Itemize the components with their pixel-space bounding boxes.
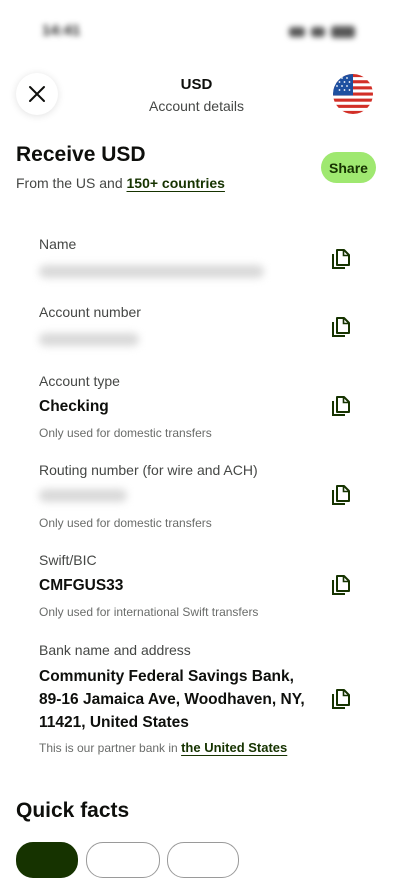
us-flag-icon (333, 74, 373, 114)
routing-number-note: Only used for domestic transfers (39, 516, 212, 530)
status-icons (283, 25, 355, 39)
bank-label: Bank name and address (39, 642, 191, 658)
quick-facts-chip-2[interactable] (86, 842, 160, 878)
signal-icon (289, 27, 305, 37)
swift-label: Swift/BIC (39, 552, 97, 568)
copy-icon (332, 485, 350, 505)
battery-icon (331, 26, 355, 38)
bank-value: Community Federal Savings Bank, 89-16 Ja… (39, 668, 305, 731)
name-label: Name (39, 236, 77, 252)
wifi-icon (311, 27, 325, 37)
status-bar: 14:41 (0, 0, 393, 60)
copy-icon (332, 689, 350, 709)
bank-note: This is our partner bank in the United S… (39, 740, 287, 755)
receive-subtitle-text: From the US and (16, 175, 127, 191)
copy-icon (332, 317, 350, 337)
share-button[interactable]: Share (321, 152, 376, 183)
receive-subtitle: From the US and 150+ countries (16, 175, 225, 191)
swift-value: CMFGUS33 (39, 577, 124, 594)
quick-facts-chip-3[interactable] (167, 842, 239, 878)
partner-bank-country-link[interactable]: the United States (181, 740, 287, 755)
copy-icon (332, 396, 350, 416)
countries-link[interactable]: 150+ countries (127, 175, 225, 191)
quick-facts-chip-1[interactable] (16, 842, 78, 878)
copy-name-button[interactable] (330, 248, 352, 270)
account-number-redacted (39, 333, 139, 346)
name-value-redacted (39, 265, 264, 278)
receive-title: Receive USD (16, 143, 146, 166)
copy-account-number-button[interactable] (330, 316, 352, 338)
routing-number-redacted (39, 489, 127, 502)
account-type-note: Only used for domestic transfers (39, 426, 212, 440)
account-type-label: Account type (39, 373, 120, 389)
routing-number-label: Routing number (for wire and ACH) (39, 462, 258, 478)
swift-note: Only used for international Swift transf… (39, 605, 259, 619)
account-number-label: Account number (39, 304, 141, 320)
account-type-value: Checking (39, 398, 109, 415)
copy-icon (332, 249, 350, 269)
copy-account-type-button[interactable] (330, 395, 352, 417)
copy-icon (332, 575, 350, 595)
status-time: 14:41 (42, 22, 81, 39)
bank-note-text: This is our partner bank in (39, 741, 182, 755)
quick-facts-title: Quick facts (16, 799, 130, 822)
copy-routing-number-button[interactable] (330, 484, 352, 506)
copy-swift-button[interactable] (330, 574, 352, 596)
copy-bank-button[interactable] (330, 688, 352, 710)
